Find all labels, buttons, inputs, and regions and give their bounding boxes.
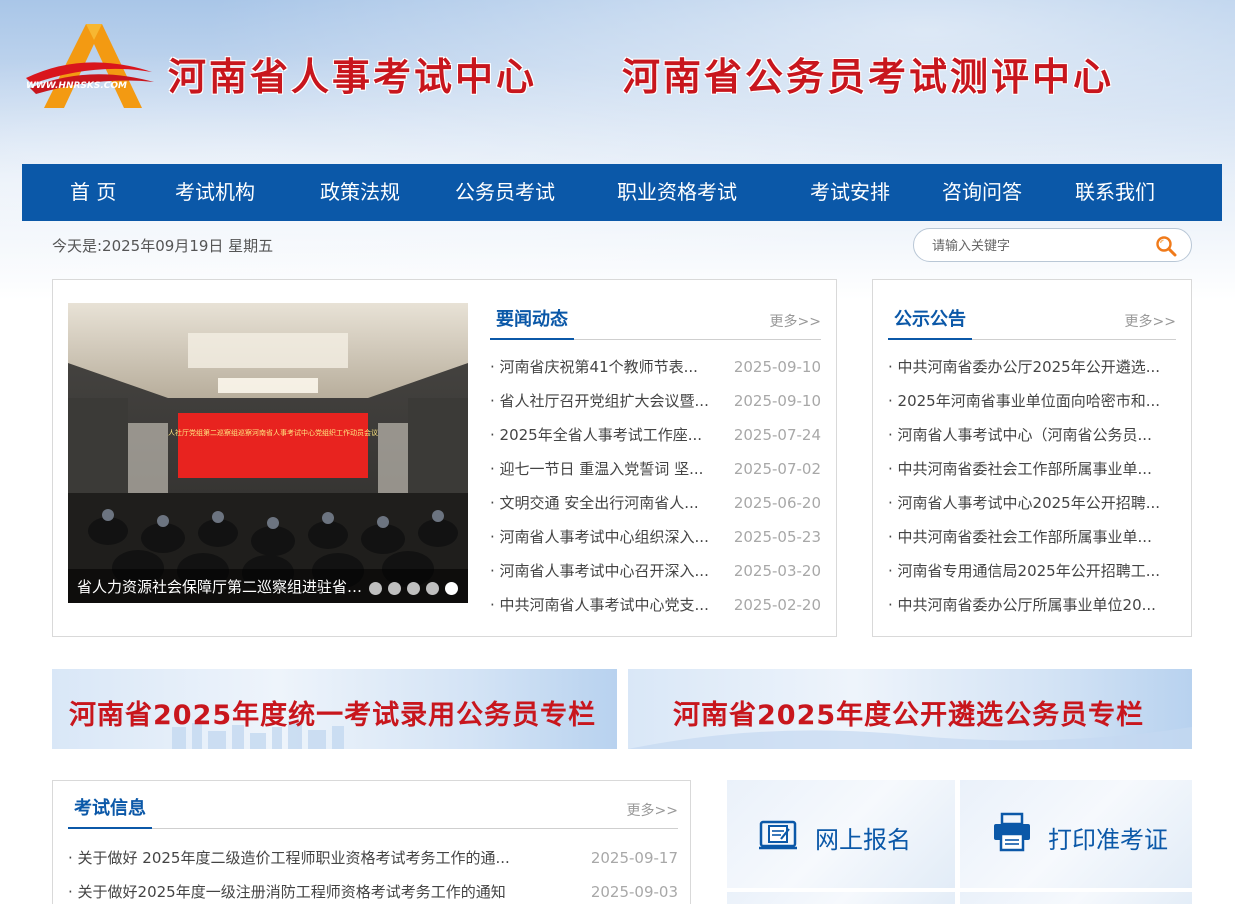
slider-dot-4[interactable] <box>426 582 439 595</box>
exam-info-more-link[interactable]: 更多>> <box>627 800 678 820</box>
print-admission-ticket-tile[interactable]: 打印准考证 <box>960 780 1192 888</box>
site-logo[interactable]: WWW.HNRSKS.COM <box>24 20 159 112</box>
notice-panel: 公示公告 更多>> · 中共河南省委办公厅2025年公开遴选... · 2025… <box>872 279 1192 637</box>
news-section-title: 要闻动态 <box>490 305 574 340</box>
news-panel: 人社厅党组第二巡察组巡察河南省人事考试中心党组织工作动员会议 省人力资源社会保障… <box>52 279 837 637</box>
current-date: 今天是:2025年09月19日 星期五 <box>52 237 274 255</box>
notice-more-link[interactable]: 更多>> <box>1125 311 1176 331</box>
slider-dot-1[interactable] <box>369 582 382 595</box>
notice-item[interactable]: · 河南省专用通信局2025年公开招聘工... <box>888 554 1176 588</box>
notice-item[interactable]: · 河南省人事考试中心（河南省公务员... <box>888 418 1176 452</box>
slider-dot-2[interactable] <box>388 582 401 595</box>
site-title-primary: 河南省人事考试中心 <box>168 55 538 99</box>
search-box <box>913 228 1192 262</box>
registration-icon <box>759 820 797 850</box>
exam-info-panel: 考试信息 更多>> · 关于做好 2025年度二级造价工程师职业资格考试考务工作… <box>52 780 691 904</box>
nav-item-contact[interactable]: 联系我们 <box>1075 164 1155 221</box>
exam-info-section-title: 考试信息 <box>68 794 152 829</box>
news-item[interactable]: · 迎七一节日 重温入党誓词 坚... 2025-07-02 <box>490 452 821 486</box>
print-admission-ticket-label: 打印准考证 <box>1048 826 1168 854</box>
nav-item-exam-agency[interactable]: 考试机构 <box>175 164 255 221</box>
civil-servant-selection-banner[interactable]: 河南省2025年度公开遴选公务员专栏 <box>628 669 1192 749</box>
nav-item-civil-servant-exam[interactable]: 公务员考试 <box>455 164 555 221</box>
news-more-link[interactable]: 更多>> <box>770 311 821 331</box>
news-item[interactable]: · 中共河南省人事考试中心党支... 2025-02-20 <box>490 588 821 622</box>
quick-link-tile[interactable] <box>960 892 1192 904</box>
exam-info-list: · 关于做好 2025年度二级造价工程师职业资格考试考务工作的通... 2025-… <box>68 841 678 904</box>
civil-servant-recruitment-banner[interactable]: 河南省2025年度统一考试录用公务员专栏 <box>52 669 617 749</box>
exam-info-item[interactable]: · 关于做好 2025年度二级造价工程师职业资格考试考务工作的通... 2025-… <box>68 841 678 875</box>
notice-section-title: 公示公告 <box>888 305 972 340</box>
news-item[interactable]: · 2025年全省人事考试工作座... 2025-07-24 <box>490 418 821 452</box>
logo-text: WWW.HNRSKS.COM <box>26 81 127 91</box>
slider-screen-text: 人社厅党组第二巡察组巡察河南省人事考试中心党组织工作动员会议 <box>168 428 378 437</box>
notice-section-header: 公示公告 更多>> <box>888 300 1176 340</box>
slider-dot-5[interactable] <box>445 582 458 595</box>
banner-title: 河南省2025年度统一考试录用公务员专栏 <box>69 700 597 731</box>
news-item[interactable]: · 省人社厅召开党组扩大会议暨... 2025-09-10 <box>490 384 821 418</box>
notice-item[interactable]: · 河南省人事考试中心2025年公开招聘... <box>888 486 1176 520</box>
nav-item-exam-schedule[interactable]: 考试安排 <box>810 164 890 221</box>
news-slider[interactable]: 人社厅党组第二巡察组巡察河南省人事考试中心党组织工作动员会议 省人力资源社会保障… <box>68 303 468 603</box>
slider-caption[interactable]: 省人力资源社会保障厅第二巡察组进驻省人事考试中心开展巡察工作 <box>77 576 367 597</box>
news-item[interactable]: · 河南省庆祝第41个教师节表... 2025-09-10 <box>490 350 821 384</box>
news-list: · 河南省庆祝第41个教师节表... 2025-09-10 · 省人社厅召开党组扩… <box>490 350 821 622</box>
online-registration-tile[interactable]: 网上报名 <box>727 780 955 888</box>
nav-item-home[interactable]: 首 页 <box>70 164 116 221</box>
notice-item[interactable]: · 中共河南省委办公厅所属事业单位20... <box>888 588 1176 622</box>
news-item[interactable]: · 河南省人事考试中心召开深入... 2025-03-20 <box>490 554 821 588</box>
banner-title: 河南省2025年度公开遴选公务员专栏 <box>673 700 1145 731</box>
notice-item[interactable]: · 中共河南省委社会工作部所属事业单... <box>888 520 1176 554</box>
notice-item[interactable]: · 中共河南省委办公厅2025年公开遴选... <box>888 350 1176 384</box>
exam-info-item[interactable]: · 关于做好2025年度一级注册消防工程师资格考试考务工作的通知 2025-09-… <box>68 875 678 904</box>
nav-item-qualification-exam[interactable]: 职业资格考试 <box>617 164 737 221</box>
slider-dot-3[interactable] <box>407 582 420 595</box>
main-nav: 首 页 考试机构 政策法规 公务员考试 职业资格考试 考试安排 咨询问答 联系我… <box>22 164 1222 221</box>
exam-info-section-header: 考试信息 更多>> <box>68 789 678 829</box>
slider-photo: 人社厅党组第二巡察组巡察河南省人事考试中心党组织工作动员会议 <box>68 303 468 603</box>
search-input[interactable] <box>932 235 1152 257</box>
nav-item-faq[interactable]: 咨询问答 <box>942 164 1022 221</box>
news-item[interactable]: · 文明交通 安全出行河南省人... 2025-06-20 <box>490 486 821 520</box>
site-header: WWW.HNRSKS.COM 河南省人事考试中心 河南省公务员考试测评中心 <box>0 0 1235 164</box>
quick-link-tile[interactable] <box>727 892 955 904</box>
site-title-secondary: 河南省公务员考试测评中心 <box>622 55 1115 99</box>
news-item[interactable]: · 河南省人事考试中心组织深入... 2025-05-23 <box>490 520 821 554</box>
online-registration-label: 网上报名 <box>815 826 911 854</box>
search-icon[interactable] <box>1155 235 1177 257</box>
notice-item[interactable]: · 2025年河南省事业单位面向哈密市和... <box>888 384 1176 418</box>
printer-icon <box>994 812 1030 852</box>
nav-item-policy[interactable]: 政策法规 <box>320 164 400 221</box>
notice-list: · 中共河南省委办公厅2025年公开遴选... · 2025年河南省事业单位面向… <box>888 350 1176 622</box>
news-section-header: 要闻动态 更多>> <box>490 300 821 340</box>
notice-item[interactable]: · 中共河南省委社会工作部所属事业单... <box>888 452 1176 486</box>
